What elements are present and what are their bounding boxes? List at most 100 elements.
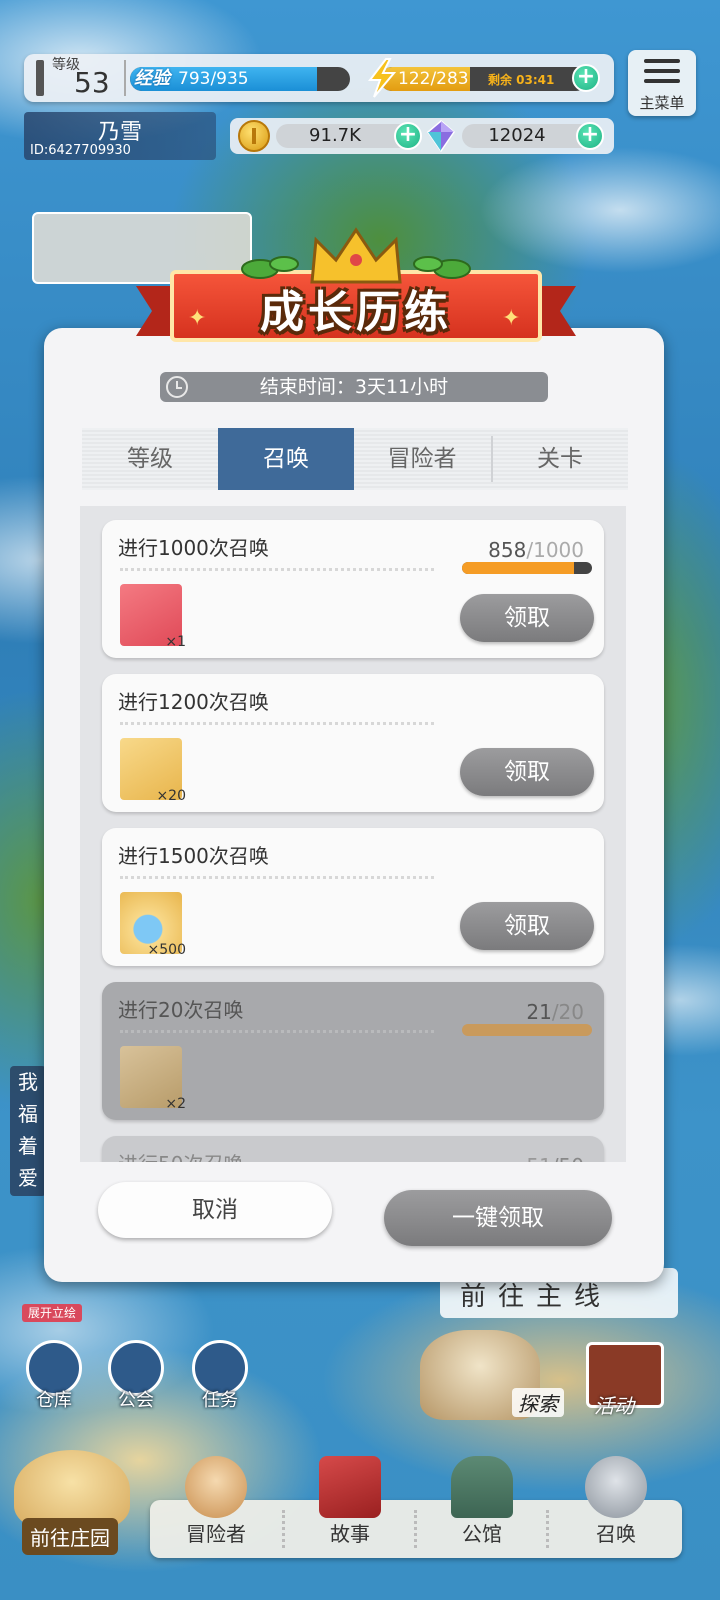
- task-card-completed: 进行20次召唤 21/20 ×2: [102, 982, 604, 1120]
- mansion-icon: [451, 1456, 513, 1518]
- chat-char: 我: [18, 1070, 38, 1094]
- dotted-divider: [120, 876, 434, 879]
- task-progress-text: 21/20: [526, 1000, 584, 1024]
- nav-story-label: 故事: [330, 1522, 370, 1546]
- reward-count: ×2: [165, 1096, 186, 1112]
- warehouse-label: 仓库: [36, 1390, 72, 1411]
- task-card: 进行1000次召唤 858/1000 ×1 领取: [102, 520, 604, 658]
- reward-count: ×1: [165, 634, 186, 650]
- crystal-gem-icon: [426, 120, 456, 152]
- stamina-value: 122/283: [398, 69, 469, 89]
- claim-all-button[interactable]: 一键领取: [384, 1190, 612, 1246]
- task-title: 进行1500次召唤: [118, 844, 269, 868]
- summon-ticket-reward-icon[interactable]: ×1: [120, 584, 186, 650]
- coin-value: 91.7K: [309, 125, 361, 146]
- player-status-bar: 等级 53 经验 793/935 122/283 剩余 03:41 +: [24, 54, 614, 102]
- hamburger-icon: [644, 59, 680, 89]
- story-book-icon: [319, 1456, 381, 1518]
- quest-label: 任务: [202, 1390, 238, 1411]
- activity-label: 活动: [594, 1394, 634, 1418]
- nav-mansion[interactable]: 公馆: [418, 1456, 546, 1558]
- nav-story[interactable]: 故事: [286, 1456, 414, 1558]
- player-name-plate[interactable]: 乃雪 ID:6427709930: [24, 112, 216, 160]
- task-progress-text: 858/1000: [488, 538, 584, 562]
- exp-value: 793/935: [178, 69, 249, 89]
- stamina-refill-timer: 剩余 03:41: [488, 73, 555, 87]
- nav-adventurer-label: 冒险者: [186, 1522, 246, 1546]
- add-coins-button[interactable]: +: [394, 122, 422, 150]
- nav-summon[interactable]: 召唤: [550, 1456, 682, 1558]
- level-value: 53: [74, 66, 110, 99]
- nav-mansion-label: 公馆: [462, 1522, 502, 1546]
- ticket-reward-icon[interactable]: ×2: [120, 1046, 186, 1112]
- chat-panel-stub[interactable]: 我 福 着 爱: [10, 1066, 46, 1196]
- task-card: 进行1200次召唤 ×20 领取: [102, 674, 604, 812]
- level-stripe: [36, 60, 44, 96]
- reward-count: ×500: [147, 942, 186, 958]
- task-card-completed: 进行50次召唤 51/50: [102, 1136, 604, 1162]
- modal-title: 成长历练: [260, 287, 452, 338]
- end-time-text: 结束时间：3天11小时: [259, 376, 449, 398]
- sparkle-icon: ✦: [188, 306, 207, 331]
- gold-coin-icon: [238, 120, 270, 152]
- task-card: 进行1500次召唤 ×500 领取: [102, 828, 604, 966]
- cancel-button[interactable]: 取消: [98, 1182, 332, 1238]
- chat-char: 福: [18, 1102, 38, 1126]
- add-gems-button[interactable]: +: [576, 122, 604, 150]
- sparkle-icon: ✦: [502, 306, 521, 331]
- dotted-divider: [120, 1030, 434, 1033]
- nav-adventurer[interactable]: 冒险者: [150, 1456, 282, 1558]
- summon-icon: [585, 1456, 647, 1518]
- task-progress-bar: [462, 562, 592, 574]
- guild-button[interactable]: 公会: [104, 1340, 168, 1411]
- nav-separator: [546, 1510, 549, 1548]
- explore-label: 探索: [512, 1388, 564, 1417]
- task-progress-fill: [462, 562, 574, 574]
- category-tabs: 等级 召唤 冒险者 关卡: [82, 428, 628, 490]
- main-menu-label: 主菜单: [639, 94, 685, 112]
- chat-char: 爱: [18, 1166, 38, 1190]
- gem-value: 12024: [488, 125, 546, 146]
- claim-button[interactable]: 领取: [460, 594, 594, 642]
- tab-stage[interactable]: 关卡: [492, 428, 628, 490]
- player-id: ID:6427709930: [30, 143, 131, 158]
- currency-bar: 91.7K + 12024 +: [230, 118, 614, 154]
- claim-button[interactable]: 领取: [460, 902, 594, 950]
- bottom-nav: 冒险者 故事 公馆 召唤: [150, 1456, 682, 1558]
- task-title: 进行20次召唤: [118, 998, 244, 1022]
- add-stamina-button[interactable]: +: [572, 64, 600, 92]
- task-title: 进行1000次召唤: [118, 536, 269, 560]
- modal-title-ribbon: 成长历练 ✦ ✦: [136, 224, 576, 364]
- activity-button[interactable]: 活动: [580, 1338, 670, 1420]
- character-ticket-reward-icon[interactable]: ×20: [120, 738, 186, 804]
- main-menu-button[interactable]: 主菜单: [628, 50, 696, 116]
- gem-orb-reward-icon[interactable]: ×500: [120, 892, 186, 958]
- task-title: 进行50次召唤: [118, 1148, 243, 1162]
- hud-divider: [124, 60, 126, 96]
- task-list[interactable]: 进行1000次召唤 858/1000 ×1 领取 进行1200次召唤 ×20 领…: [80, 506, 626, 1162]
- dotted-divider: [120, 568, 434, 571]
- tab-level[interactable]: 等级: [82, 428, 218, 490]
- task-progress-text: 51/50: [526, 1154, 584, 1162]
- reward-count: ×20: [156, 788, 186, 804]
- go-to-farm-button[interactable]: 前往庄园: [14, 1450, 130, 1560]
- adventurer-portrait-icon: [185, 1456, 247, 1518]
- nav-separator: [282, 1510, 285, 1548]
- task-progress-bar: [462, 1024, 592, 1036]
- exp-label: 经验: [134, 68, 170, 89]
- claim-button[interactable]: 领取: [460, 748, 594, 796]
- lightning-bolt-icon: [367, 58, 397, 98]
- farm-label: 前往庄园: [22, 1518, 118, 1555]
- quest-button[interactable]: 任务: [188, 1340, 252, 1411]
- tab-summon[interactable]: 召唤: [218, 428, 354, 490]
- warehouse-button[interactable]: 仓库: [22, 1340, 86, 1411]
- task-title: 进行1200次召唤: [118, 690, 269, 714]
- dotted-divider: [120, 722, 434, 725]
- explore-button[interactable]: 探索: [420, 1330, 570, 1420]
- guild-label: 公会: [118, 1390, 154, 1411]
- nav-summon-label: 召唤: [596, 1522, 636, 1546]
- end-time-bar: 结束时间：3天11小时: [160, 372, 548, 402]
- tab-adventurer[interactable]: 冒险者: [354, 428, 490, 490]
- chat-char: 着: [18, 1134, 38, 1158]
- expand-portrait-tag[interactable]: 展开立绘: [22, 1304, 83, 1322]
